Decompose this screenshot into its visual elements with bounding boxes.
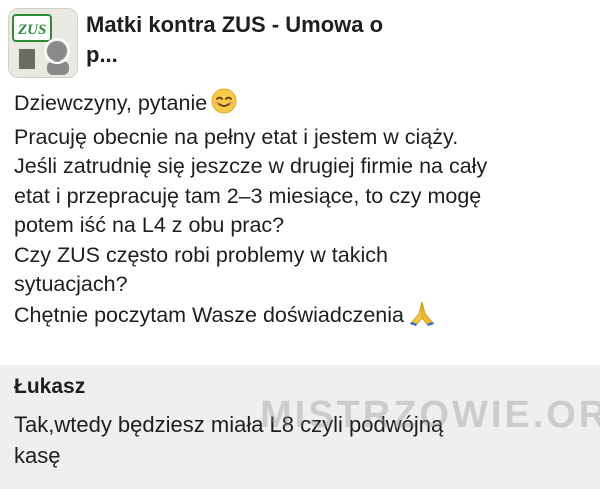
post-line-3: Jeśli zatrudnię się jeszcze w drugiej fi… [14,154,488,178]
comment-line-2: kasę [14,443,61,468]
comment-author[interactable]: Łukasz [14,373,85,401]
group-title[interactable]: Matki kontra ZUS - Umowa o p... [86,10,506,70]
zus-logo-icon: ZUS [9,9,77,77]
group-title-line2: p... [86,42,118,67]
smiling-face-icon [211,88,237,123]
post-text-line: Dziewczyny, pytanie [14,91,208,115]
group-avatar[interactable]: ZUS [8,8,78,78]
post-line-4: etat i przepracuję tam 2–3 miesiące, to … [14,183,482,208]
post-text-line: Chętnie poczytam Wasze doświadczenia [14,302,404,327]
post-line-7: sytuacjach? [14,272,128,296]
post-line-2: Pracuję obecnie na pełny etat i jestem w… [14,124,459,149]
post-line-8: Chętnie poczytam Wasze doświadczenia [14,300,594,335]
watermark: MISTRZOWIE.ORG [260,394,600,436]
folded-hands-icon [408,300,436,335]
post-line-1: Dziewczyny, pytanie [14,88,594,123]
post-header: ZUS Matki kontra ZUS - Umowa o p... [8,8,592,78]
post-body: Dziewczyny, pytanie Pracuję obecnie na p… [14,88,594,334]
group-title-line1: Matki kontra ZUS - Umowa o [86,12,384,37]
svg-text:ZUS: ZUS [17,22,46,38]
post-line-6: Czy ZUS często robi problemy w takich [14,242,388,267]
post-line-5: potem iść na L4 z obu prac? [14,213,285,237]
